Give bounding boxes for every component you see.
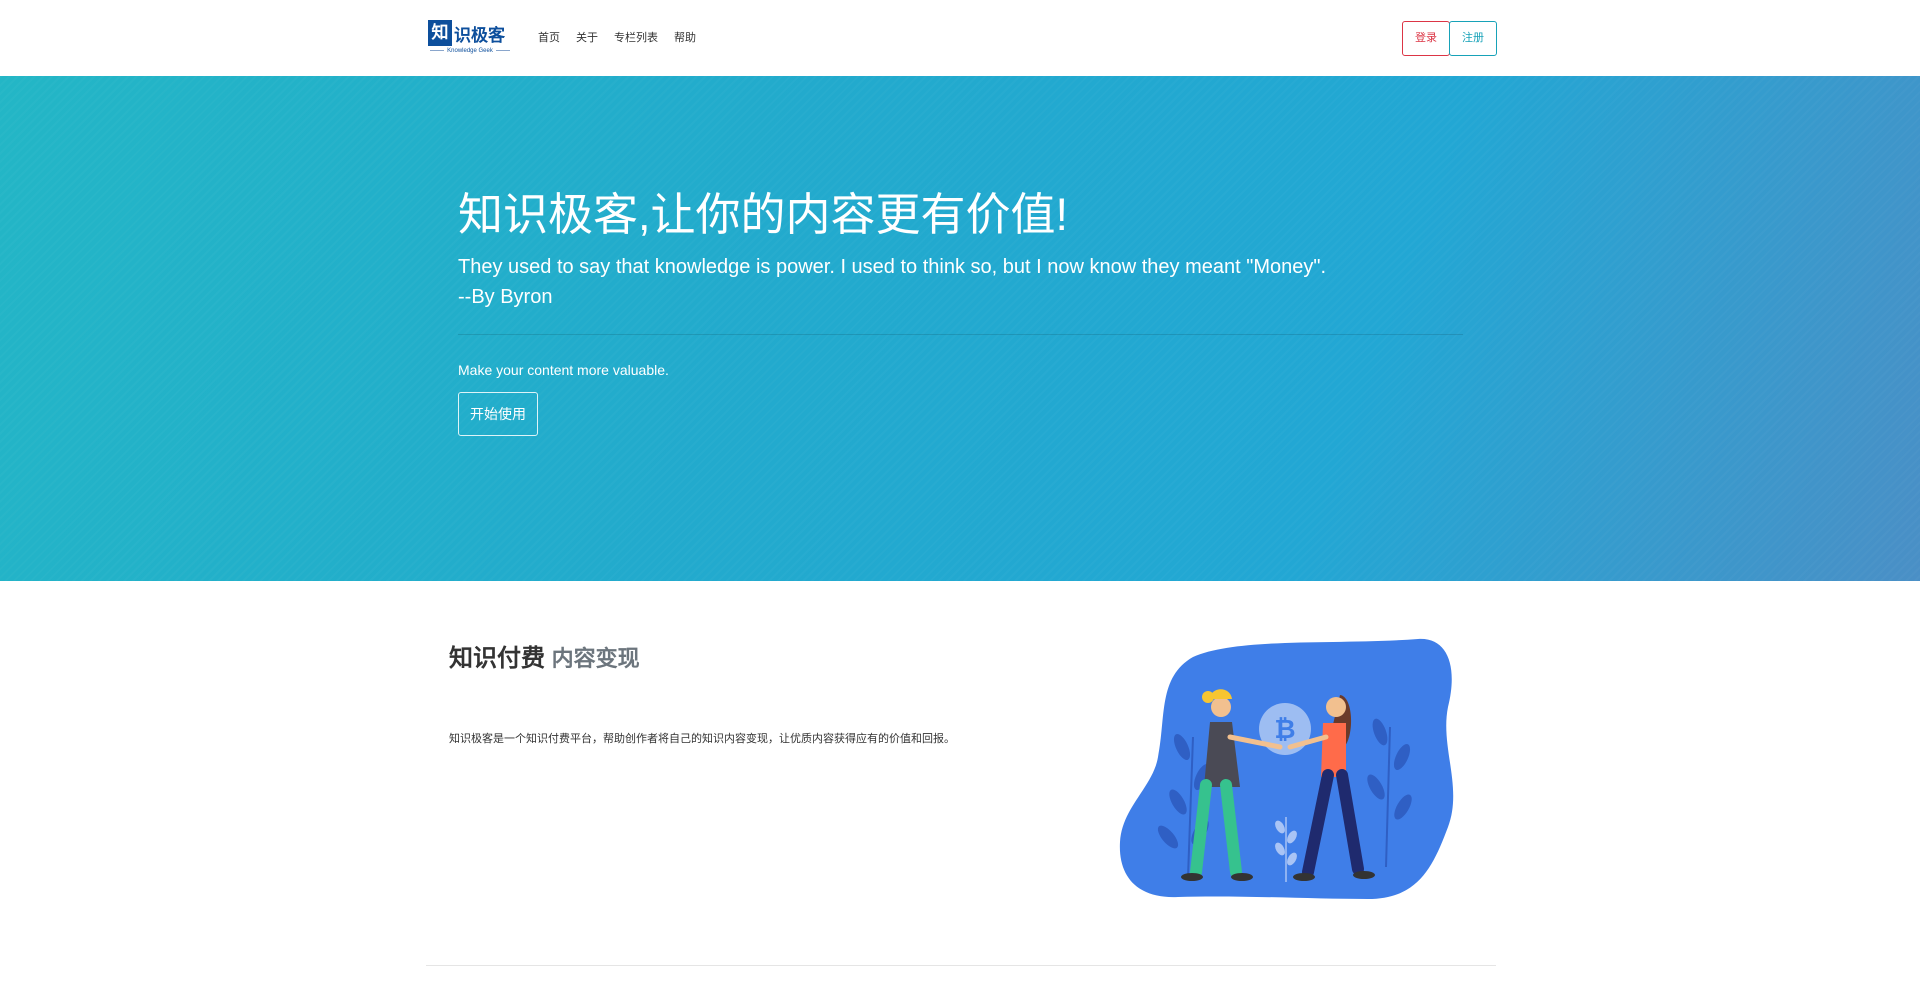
hero-quote: They used to say that knowledge is power… (458, 252, 1463, 312)
feature-heading-muted: 内容变现 (551, 646, 640, 671)
bitcoin-coin-icon: ₿ (1259, 703, 1311, 755)
feature-lead: 知识极客是一个知识付费平台，帮助创作者将自己的知识内容变现，让优质内容获得应有的… (449, 733, 955, 745)
hero-quote-author: --By Byron (458, 286, 553, 308)
svg-text:₿: ₿ (1274, 715, 1295, 745)
navbar: 知 识极客 Knowledge Geek 首页 关于 专栏列表 帮助 登录 注册 (0, 0, 1920, 76)
nav-link-columns[interactable]: 专栏列表 (614, 29, 658, 45)
register-button[interactable]: 注册 (1449, 21, 1497, 56)
section-divider (426, 965, 1496, 966)
hero-divider (458, 334, 1463, 335)
feature-illustration: ₿ (1119, 638, 1454, 899)
get-started-button[interactable]: 开始使用 (458, 392, 538, 436)
feature-heading: 知识付费 内容变现 (449, 638, 640, 673)
nav-link-help[interactable]: 帮助 (674, 29, 696, 45)
logo-text: 识极客 (454, 26, 505, 46)
login-button[interactable]: 登录 (1402, 21, 1450, 56)
hero-title: 知识极客,让你的内容更有价值! (458, 189, 1069, 240)
logo-mark: 知 (428, 20, 452, 46)
nav-link-home[interactable]: 首页 (538, 29, 560, 45)
nav-link-about[interactable]: 关于 (576, 29, 598, 45)
feature-heading-main: 知识付费 (449, 645, 545, 672)
brand-logo[interactable]: 知 识极客 Knowledge Geek (426, 18, 514, 58)
navbar-container: 知 识极客 Knowledge Geek 首页 关于 专栏列表 帮助 登录 注册 (426, 0, 1497, 76)
hero-jumbotron: 知识极客,让你的内容更有价值! They used to say that kn… (0, 76, 1920, 581)
logo-subtitle: Knowledge Geek (426, 48, 514, 54)
hero-quote-text: They used to say that knowledge is power… (458, 256, 1327, 278)
hero-lead: Make your content more valuable. (458, 362, 669, 378)
nav-links: 首页 关于 专栏列表 帮助 (538, 29, 696, 45)
hero-content: 知识极客,让你的内容更有价值! They used to say that kn… (458, 188, 1463, 436)
